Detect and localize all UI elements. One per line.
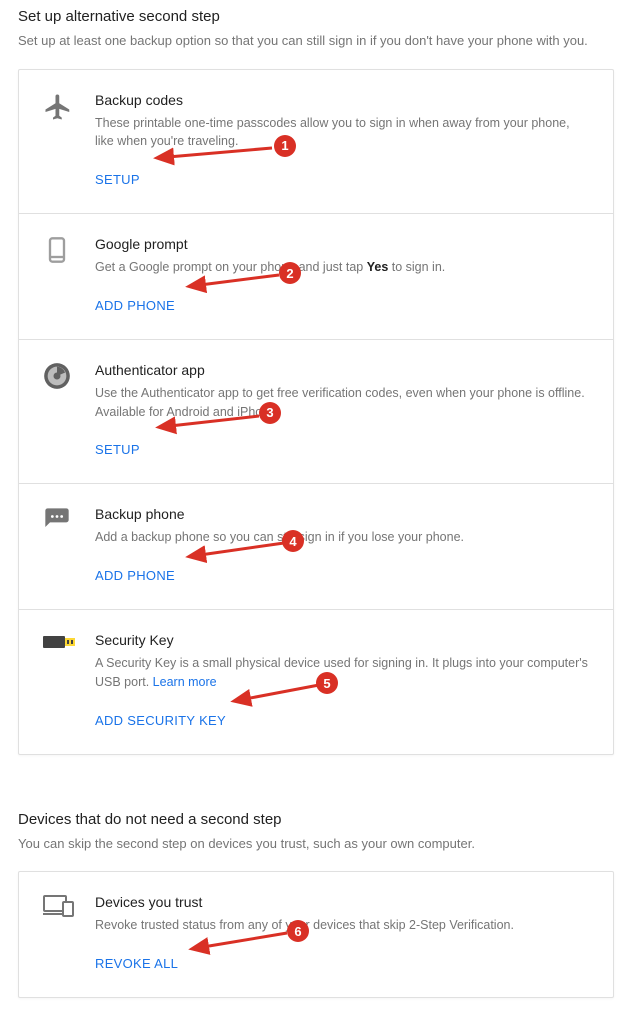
row-security-key: Security Key A Security Key is a small p… <box>19 610 613 754</box>
phone-outline-icon <box>43 236 95 315</box>
alt-second-step-card: Backup codes These printable one-time pa… <box>18 69 614 755</box>
row-title: Authenticator app <box>95 362 589 378</box>
row-title: Security Key <box>95 632 589 648</box>
row-backup-phone: Backup phone Add a backup phone so you c… <box>19 484 613 610</box>
row-google-prompt: Google prompt Get a Google prompt on you… <box>19 214 613 340</box>
row-authenticator: Authenticator app Use the Authenticator … <box>19 340 613 485</box>
row-desc: Add a backup phone so you can still sign… <box>95 528 589 547</box>
airplane-icon <box>43 92 95 190</box>
usb-key-icon <box>43 632 95 730</box>
trusted-devices-header: Devices that do not need a second step Y… <box>0 803 632 854</box>
row-title: Google prompt <box>95 236 589 252</box>
row-title: Devices you trust <box>95 894 589 910</box>
annotation-badge-5: 5 <box>316 672 338 694</box>
row-backup-codes: Backup codes These printable one-time pa… <box>19 70 613 215</box>
trusted-devices-card: Devices you trust Revoke trusted status … <box>18 871 614 998</box>
annotation-badge-1: 1 <box>274 135 296 157</box>
row-devices-you-trust: Devices you trust Revoke trusted status … <box>19 872 613 997</box>
sms-icon <box>43 506 95 585</box>
annotation-badge-2: 2 <box>279 262 301 284</box>
section-subtitle: You can skip the second step on devices … <box>18 834 614 854</box>
learn-more-link[interactable]: Learn more <box>153 675 217 689</box>
row-desc: Revoke trusted status from any of your d… <box>95 916 589 935</box>
revoke-all-button[interactable]: REVOKE ALL <box>95 956 178 971</box>
annotation-badge-6: 6 <box>287 920 309 942</box>
alt-second-step-header: Set up alternative second step Set up at… <box>0 0 632 51</box>
annotation-badge-3: 3 <box>259 402 281 424</box>
devices-icon <box>43 894 95 973</box>
setup-backup-codes-button[interactable]: SETUP <box>95 172 140 187</box>
row-desc: Get a Google prompt on your phone and ju… <box>95 258 589 277</box>
authenticator-icon <box>43 362 95 460</box>
row-title: Backup codes <box>95 92 589 108</box>
row-title: Backup phone <box>95 506 589 522</box>
add-security-key-button[interactable]: ADD SECURITY KEY <box>95 713 226 728</box>
add-phone-google-prompt-button[interactable]: ADD PHONE <box>95 298 175 313</box>
setup-authenticator-button[interactable]: SETUP <box>95 442 140 457</box>
section-subtitle: Set up at least one backup option so tha… <box>18 31 614 51</box>
section-title: Set up alternative second step <box>18 8 614 25</box>
row-desc: A Security Key is a small physical devic… <box>95 654 589 692</box>
section-title: Devices that do not need a second step <box>18 811 614 828</box>
add-backup-phone-button[interactable]: ADD PHONE <box>95 568 175 583</box>
